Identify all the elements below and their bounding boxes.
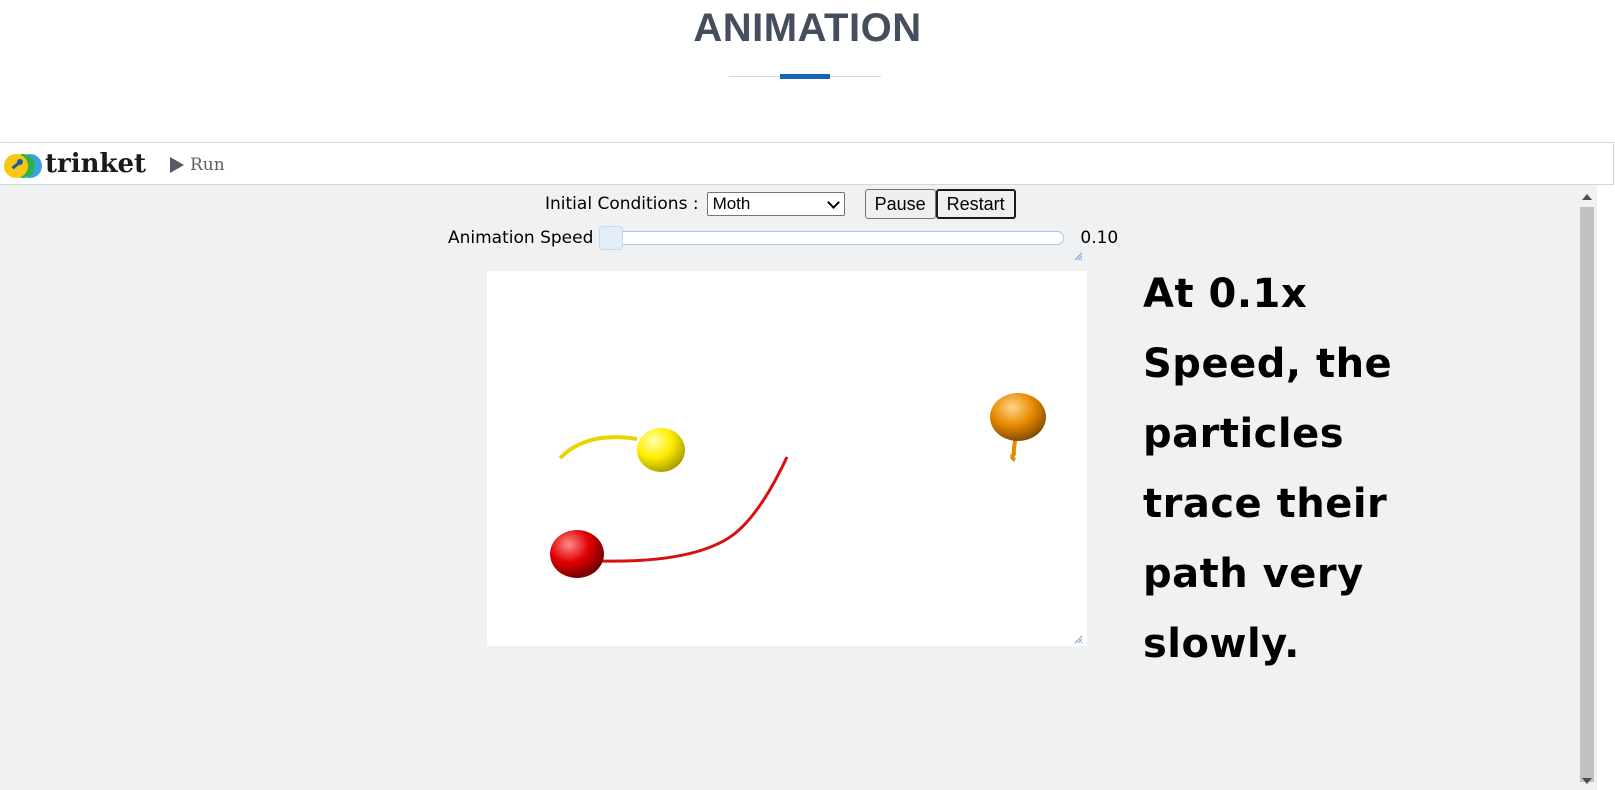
caption-line: slowly. (1143, 621, 1300, 667)
yellow-trail (558, 435, 638, 460)
caption-line: particles (1143, 411, 1345, 457)
initial-conditions-select[interactable]: Moth (706, 192, 845, 216)
speed-row: Animation Speed 0.10 (448, 225, 1118, 251)
orange-particle (990, 393, 1046, 441)
chevron-down-icon (826, 196, 840, 209)
output-area: Initial Conditions : Moth Pause Restart … (0, 185, 1577, 790)
initial-conditions-label: Initial Conditions : (545, 194, 699, 214)
title-accent-bar (780, 74, 830, 79)
scene-canvas[interactable] (487, 271, 1087, 646)
resize-grip-icon[interactable] (1074, 635, 1083, 644)
trinket-toolbar: trinket Run (0, 143, 1614, 185)
scroll-up-icon[interactable] (1582, 194, 1592, 200)
run-button[interactable]: Run (170, 154, 225, 176)
trinket-logo-icon (4, 154, 42, 178)
slider-handle[interactable] (599, 226, 624, 250)
animation-speed-value: 0.10 (1080, 228, 1119, 248)
run-label: Run (190, 155, 225, 175)
page-header: ANIMATION (0, 0, 1615, 140)
caption-line: Speed, the (1143, 341, 1393, 387)
vertical-scrollbar[interactable] (1577, 185, 1597, 790)
trinket-embed: trinket Run Initial Conditions : Moth Pa… (0, 142, 1615, 790)
yellow-particle (637, 428, 685, 472)
caption-text: At 0.1x Speed, the particles trace their… (1143, 259, 1443, 679)
animation-speed-label: Animation Speed (448, 228, 594, 248)
caption-line: path very (1143, 551, 1364, 597)
trinket-logo-text: trinket (45, 149, 147, 179)
scroll-thumb[interactable] (1580, 207, 1594, 782)
caption-line: trace their (1143, 481, 1388, 527)
red-particle (550, 530, 604, 578)
pause-button[interactable]: Pause (864, 189, 936, 219)
resize-grip-icon[interactable] (1074, 252, 1083, 261)
restart-button[interactable]: Restart (935, 189, 1016, 219)
caption-line: At 0.1x (1143, 271, 1308, 317)
page-title: ANIMATION (693, 6, 922, 50)
red-trail (599, 456, 789, 563)
animation-speed-slider[interactable] (599, 226, 1065, 250)
controls-row: Initial Conditions : Moth Pause Restart (545, 189, 1016, 219)
play-icon (170, 157, 184, 173)
scroll-down-icon[interactable] (1582, 778, 1592, 784)
initial-conditions-value: Moth (712, 194, 751, 213)
